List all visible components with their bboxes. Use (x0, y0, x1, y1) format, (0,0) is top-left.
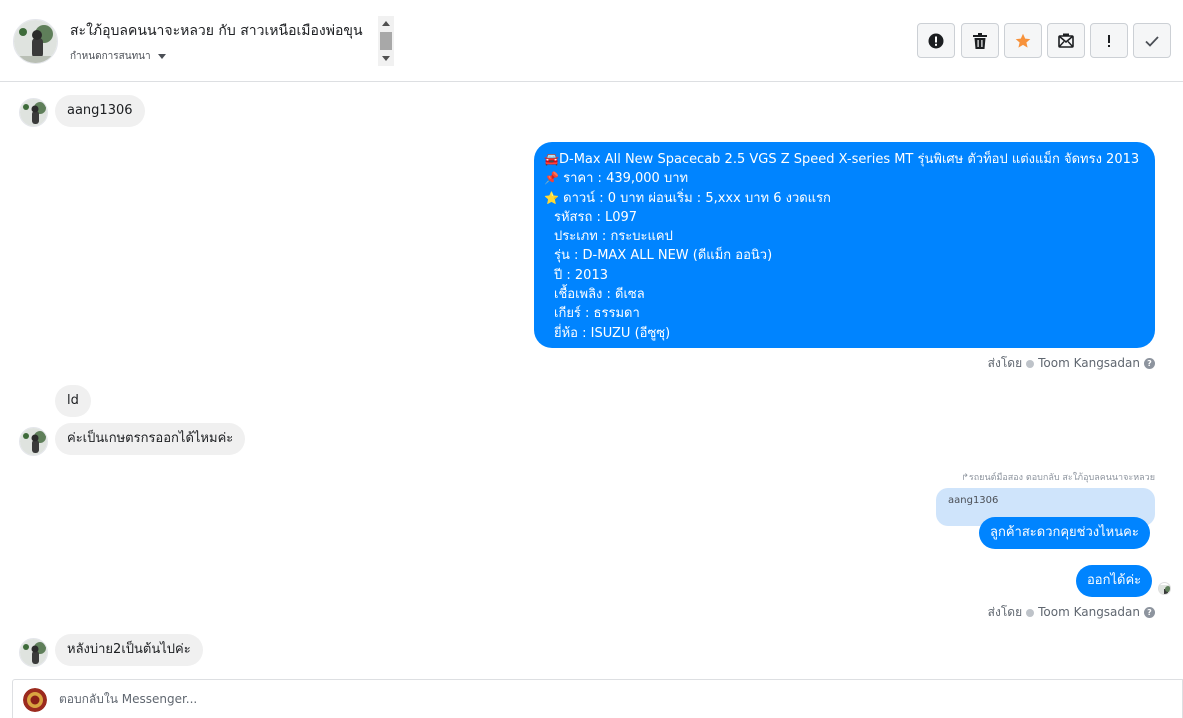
scroll-up-icon[interactable] (382, 21, 390, 26)
contact-avatar-small (19, 638, 48, 667)
message-text: ค่ะเป็นเกษตรกรออกได้ไหมค่ะ (67, 431, 234, 446)
assign-conversation-dropdown[interactable]: กำหนดการสนทนา (70, 49, 166, 64)
sender-name[interactable]: Toom Kangsadan (1038, 356, 1140, 370)
incoming-message[interactable]: หลังบ่าย2เป็นต้นไปค่ะ (55, 634, 203, 666)
exclamation-icon (1108, 34, 1110, 47)
sender-avatar-dot (1026, 359, 1035, 368)
spam-button[interactable] (917, 23, 955, 58)
delete-button[interactable] (961, 23, 999, 58)
incoming-message[interactable]: ค่ะเป็นเกษตรกรออกได้ไหมค่ะ (55, 423, 246, 455)
message-text: aang1306 (67, 103, 133, 118)
reply-composer (12, 679, 1183, 718)
car-post-line: ⭐ ดาวน์ : 0 บาท ผ่อนเริ่ม : 5,xxx บาท 6 … (544, 189, 1145, 208)
scroll-down-icon[interactable] (382, 56, 390, 61)
car-post-line: 🚘D-Max All New Spacecab 2.5 VGS Z Speed … (544, 150, 1145, 169)
assign-label: กำหนดการสนทนา (70, 51, 151, 62)
reply-context-label: ↱รถยนต์มือสอง ตอบกลับ สะใภ้อุบลคนนาจะหลว… (961, 473, 1155, 483)
mark-done-button[interactable] (1133, 23, 1171, 58)
car-post-line: เชื้อเพลิง : ดีเซล (554, 287, 645, 303)
reply-input[interactable] (59, 686, 659, 712)
star-icon (1015, 33, 1031, 48)
star-button[interactable] (1004, 23, 1042, 58)
contact-avatar[interactable] (13, 19, 58, 64)
help-icon[interactable]: ? (1144, 358, 1155, 369)
trash-icon (973, 32, 987, 49)
conversation-header: สะใภ้อุบลคนนาจะหลวย กับ สาวเหนือเมืองพ่อ… (0, 0, 1183, 82)
reply-arrow-icon: ↱ (961, 473, 969, 483)
sender-avatar-dot (1026, 608, 1035, 617)
mark-important-button[interactable] (1090, 23, 1128, 58)
incoming-message[interactable]: aang1306 (55, 95, 145, 127)
conversation-title: สะใภ้อุบลคนนาจะหลวย กับ สาวเหนือเมืองพ่อ… (70, 23, 363, 39)
car-post-line: รหัสรถ : L097 (554, 209, 638, 225)
car-post-line: ประเภท : กระบะแคป (554, 229, 673, 245)
sent-by-label: ส่งโดย Toom Kangsadan? (988, 603, 1155, 622)
seen-indicator-avatar (1158, 582, 1171, 595)
conversation-title-box: สะใภ้อุบลคนนาจะหลวย กับ สาวเหนือเมืองพ่อ… (70, 16, 394, 66)
car-post-line: ปี : 2013 (554, 267, 608, 283)
help-icon[interactable]: ? (1144, 607, 1155, 618)
scroll-thumb[interactable] (380, 32, 392, 50)
car-icon: 🚘 (544, 152, 559, 166)
checkmark-icon (1145, 35, 1159, 47)
outgoing-message[interactable]: ลูกค้าสะดวกคุยช่วงไหนคะ (979, 517, 1150, 549)
message-text: หลังบ่าย2เป็นต้นไปค่ะ (67, 642, 191, 657)
outgoing-message[interactable]: ออกได้ค่ะ (1076, 565, 1153, 597)
incoming-message[interactable]: ld (55, 385, 91, 417)
car-post-line: 📌 ราคา : 439,000 บาท (544, 169, 1145, 188)
alert-circle-icon (928, 33, 944, 48)
message-text: ลูกค้าสะดวกคุยช่วงไหนคะ (990, 525, 1139, 540)
contact-avatar-small (19, 427, 48, 456)
title-scrollbar[interactable] (378, 16, 394, 66)
caret-down-icon (157, 53, 166, 59)
mark-unread-button[interactable] (1047, 23, 1085, 58)
sender-name[interactable]: Toom Kangsadan (1038, 605, 1140, 619)
car-post-line: รุ่น : D-MAX ALL NEW (ดีแม็ก ออนิว) (554, 248, 773, 264)
pin-icon: 📌 (544, 171, 559, 186)
outgoing-message-car-post[interactable]: 🚘D-Max All New Spacecab 2.5 VGS Z Speed … (534, 142, 1155, 348)
message-text: ld (67, 393, 79, 408)
message-text: ออกได้ค่ะ (1087, 573, 1142, 588)
star-emoji-icon: ⭐ (544, 190, 559, 205)
page-avatar (23, 688, 47, 712)
car-post-line: ยี่ห้อ : ISUZU (อีซูซุ) (554, 325, 671, 341)
contact-avatar-small (19, 98, 48, 127)
envelope-icon (1058, 33, 1074, 48)
sent-by-label: ส่งโดย Toom Kangsadan? (988, 354, 1155, 373)
car-post-line: เกียร์ : ธรรมดา (554, 306, 640, 322)
